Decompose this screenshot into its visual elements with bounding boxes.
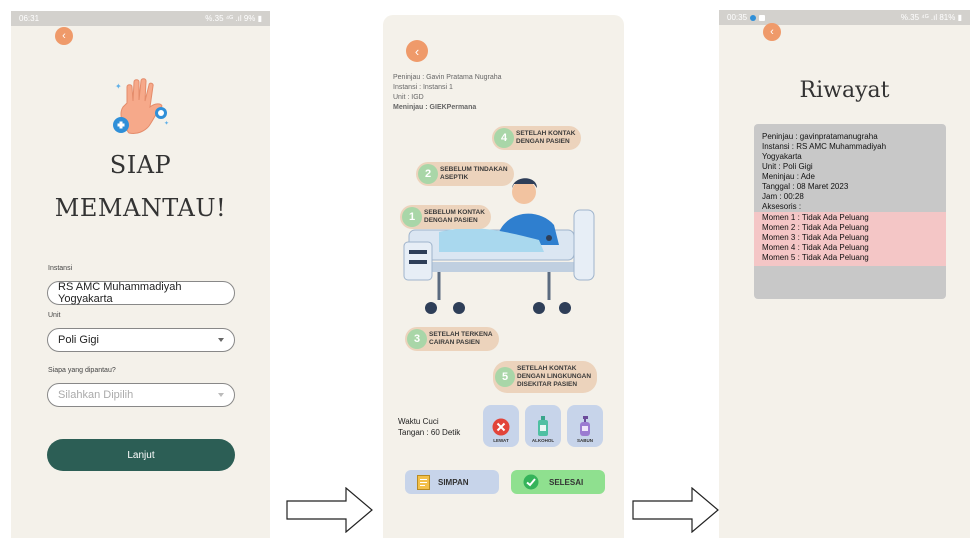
- moment-2-number: 2: [418, 164, 438, 184]
- siapa-label: Siapa yang dipantau?: [48, 367, 116, 374]
- reviewer-info: Peninjau : Gavin Pratama Nugraha Instans…: [393, 73, 502, 113]
- meninjau-text: Meninjau : GIEKPermana: [393, 104, 477, 111]
- instansi-label: Instansi: [48, 265, 73, 272]
- x-circle-icon: [492, 418, 510, 436]
- status-bar: 06:31 %.35 ⁴ᴳ .ıl 9% ▮: [11, 11, 270, 26]
- lanjut-label: Lanjut: [127, 449, 155, 461]
- siapa-placeholder: Silahkan Dipilih: [58, 389, 134, 401]
- patient-bed-illustration: [403, 178, 595, 314]
- moment-1-text2: DENGAN PASIEN: [424, 217, 478, 224]
- status-left: 00:35: [727, 13, 766, 22]
- moment-3-text1: SETELAH TERKENA: [429, 331, 493, 338]
- lanjut-button[interactable]: Lanjut: [47, 439, 235, 471]
- instansi-text: Instansi : Instansi 1: [393, 84, 453, 91]
- selesai-label: SELESAI: [549, 477, 584, 487]
- moment-5-number: 5: [495, 367, 515, 387]
- instansi-value: RS AMC Muhammadiyah Yogyakarta: [58, 281, 182, 305]
- lewat-tile[interactable]: LEWAT: [483, 405, 519, 447]
- status-right: %.35 ⁴ᴳ .ıl 81% ▮: [900, 13, 962, 22]
- selesai-button[interactable]: SELESAI: [511, 470, 605, 494]
- moment-5-text1: SETELAH KONTAK: [517, 365, 577, 372]
- notification-icon: [750, 14, 757, 21]
- momen-line: Momen 5 : Tidak Ada Peluang: [762, 253, 869, 262]
- sabun-label: SABUN: [576, 438, 593, 443]
- moment-4-text1: SETELAH KONTAK: [516, 130, 576, 137]
- status-right: %.35 ⁴ᴳ .ıl 9% ▮: [205, 14, 262, 23]
- waktu-line2: Tangan : 60 Detik: [398, 428, 461, 437]
- moment-4-text2: DENGAN PASIEN: [516, 138, 570, 145]
- riwayat-line: Unit : Poli Gigi: [762, 162, 813, 171]
- page-title: Riwayat: [799, 78, 890, 103]
- moment-4-pill[interactable]: 4 SETELAH KONTAK DENGAN PASIEN: [492, 126, 582, 150]
- unit-value: Poli Gigi: [58, 334, 99, 346]
- alkohol-tile[interactable]: ALKOHOL: [525, 405, 561, 447]
- riwayat-line: Aksesoris :: [762, 202, 802, 211]
- siapa-select[interactable]: Silahkan Dipilih: [47, 383, 235, 407]
- unit-text: Unit : IGD: [393, 94, 424, 101]
- moment-5-text3: DISEKITAR PASIEN: [517, 381, 578, 388]
- title-memantau: MEMANTAU!: [54, 194, 227, 222]
- svg-text:✦: ✦: [164, 120, 169, 127]
- screen-riwayat: 00:35 %.35 ⁴ᴳ .ıl 81% ▮ ‹ Riwayat Peninj…: [719, 10, 970, 538]
- riwayat-card: Peninjau : gavinpratamanugraha Instansi …: [754, 124, 946, 299]
- unit-label: Unit: [48, 312, 61, 319]
- flow-arrow-1: [286, 487, 373, 533]
- unit-select[interactable]: Poli Gigi: [47, 328, 235, 352]
- moment-1-text1: SEBELUM KONTAK: [424, 209, 485, 216]
- lewat-label: LEWAT: [493, 438, 509, 443]
- peninjau-text: Peninjau : Gavin Pratama Nugraha: [393, 74, 502, 81]
- simpan-button[interactable]: SIMPAN: [405, 470, 499, 494]
- document-icon: [417, 474, 430, 490]
- screen-siap-memantau: 06:31 %.35 ⁴ᴳ .ıl 9% ▮ ‹ ✦ ✦ SIAP MEMANT…: [11, 11, 270, 538]
- momen-line: Momen 1 : Tidak Ada Peluang: [762, 213, 869, 222]
- riwayat-line: Peninjau : gavinpratamanugraha: [762, 132, 878, 141]
- simpan-label: SIMPAN: [438, 477, 469, 487]
- message-icon: [759, 14, 766, 21]
- momen-line: Momen 4 : Tidak Ada Peluang: [762, 243, 869, 252]
- moment-5-text2: DENGAN LINGKUNGAN: [517, 373, 592, 380]
- moment-4-number: 4: [494, 128, 514, 148]
- instansi-field[interactable]: RS AMC Muhammadiyah Yogyakarta: [47, 281, 235, 305]
- moment-1-pill[interactable]: 1 SEBELUM KONTAK DENGAN PASIEN: [400, 205, 491, 229]
- title-siap: SIAP: [109, 151, 172, 179]
- moment-3-pill[interactable]: 3 SETELAH TERKENA CAIRAN PASIEN: [405, 327, 499, 351]
- alkohol-label: ALKOHOL: [531, 438, 555, 443]
- status-icons: %.35 ⁴ᴳ .ıl 9% ▮: [205, 14, 262, 23]
- status-time: 06:31: [19, 14, 40, 23]
- moment-2-pill[interactable]: 2 SEBELUM TINDAKAN ASEPTIK: [416, 162, 514, 186]
- flow-arrow-2: [632, 487, 719, 533]
- sabun-tile[interactable]: SABUN: [567, 405, 603, 447]
- svg-text:✦: ✦: [115, 82, 122, 91]
- riwayat-line: Meninjau : Ade: [762, 172, 815, 181]
- chevron-down-icon: [218, 393, 224, 397]
- soap-bottle-icon: [580, 416, 590, 436]
- momen-line: Momen 2 : Tidak Ada Peluang: [762, 223, 869, 232]
- riwayat-line: Yogyakarta: [762, 152, 802, 161]
- moment-5-pill[interactable]: 5 SETELAH KONTAK DENGAN LINGKUNGAN DISEKIT…: [493, 361, 598, 393]
- moment-2-text1: SEBELUM TINDAKAN: [440, 166, 508, 173]
- check-circle-icon: [523, 474, 539, 490]
- riwayat-line: Instansi : RS AMC Muhammadiyah: [762, 142, 887, 151]
- chevron-down-icon: [218, 338, 224, 342]
- moment-2-text2: ASEPTIK: [440, 174, 469, 181]
- screen-five-moments: ‹ Peninjau : Gavin Pratama Nugraha Insta…: [383, 15, 624, 538]
- riwayat-line: Jam : 00:28: [762, 192, 804, 201]
- status-time: 00:35: [727, 13, 748, 22]
- back-button[interactable]: ‹: [406, 40, 428, 62]
- momen-line: Momen 3 : Tidak Ada Peluang: [762, 233, 869, 242]
- back-button[interactable]: ‹: [763, 23, 781, 41]
- moment-1-number: 1: [402, 207, 422, 227]
- riwayat-line: Tanggal : 08 Maret 2023: [762, 182, 849, 191]
- momen-list: Momen 1 : Tidak Ada Peluang Momen 2 : Ti…: [754, 212, 946, 266]
- moment-3-number: 3: [407, 329, 427, 349]
- hand-wash-icon: ✦ ✦: [113, 78, 169, 134]
- back-button[interactable]: ‹: [55, 27, 73, 45]
- status-bar: 00:35 %.35 ⁴ᴳ .ıl 81% ▮: [719, 10, 970, 25]
- flow-stage: 06:31 %.35 ⁴ᴳ .ıl 9% ▮ ‹ ✦ ✦ SIAP MEMANT…: [0, 0, 970, 538]
- waktu-cuci-text: Waktu Cuci Tangan : 60 Detik: [398, 416, 460, 438]
- moment-3-text2: CAIRAN PASIEN: [429, 339, 480, 346]
- alcohol-bottle-icon: [538, 416, 548, 436]
- waktu-line1: Waktu Cuci: [398, 417, 439, 426]
